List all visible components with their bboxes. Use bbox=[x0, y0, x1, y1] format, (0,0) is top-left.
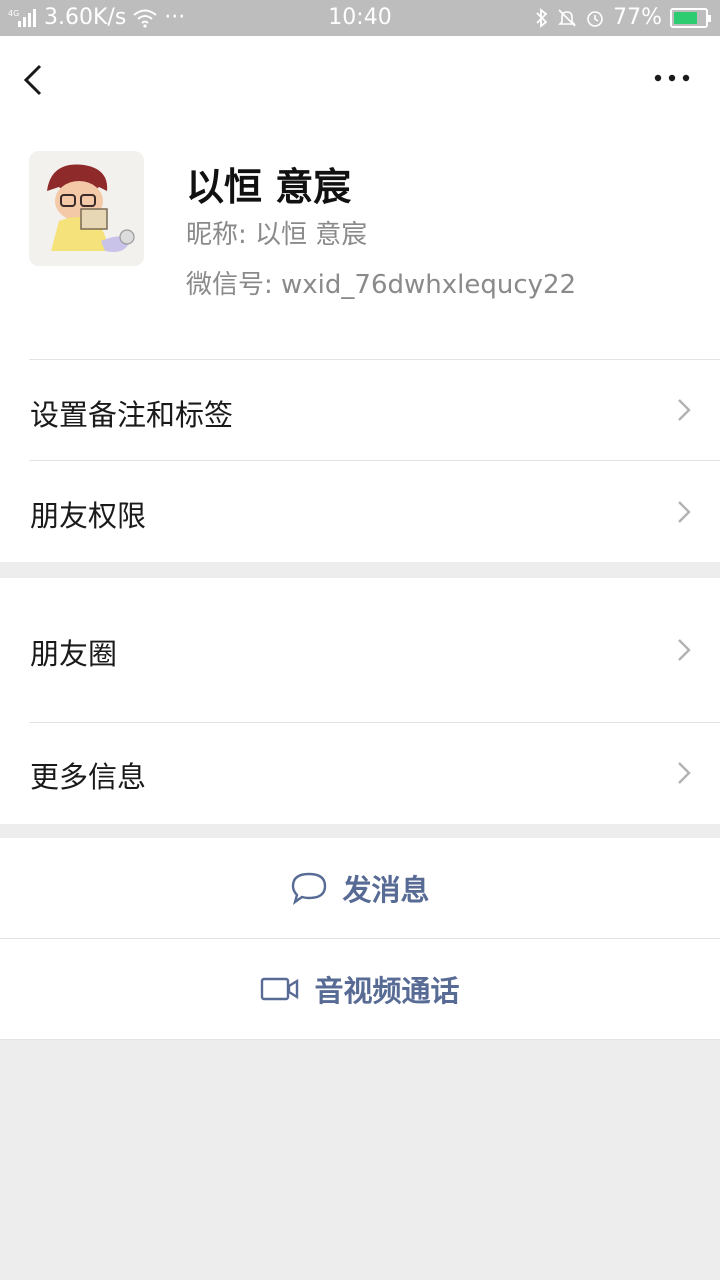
send-message-button[interactable]: 发消息 bbox=[0, 838, 720, 938]
status-bar: 4G 3.60K/s ··· 10:40 77% bbox=[0, 0, 720, 36]
profile-wechat-id: 微信号: wxid_76dwhxlequcy22 bbox=[186, 270, 577, 300]
mute-bell-icon bbox=[557, 8, 577, 28]
chevron-left-icon bbox=[23, 64, 42, 96]
chevron-right-icon bbox=[678, 501, 691, 523]
profile-name: 以恒 意宸 bbox=[186, 165, 352, 209]
video-call-button[interactable]: 音视频通话 bbox=[0, 939, 720, 1039]
alarm-icon bbox=[585, 8, 605, 28]
profile-section: 以恒 意宸 昵称: 以恒 意宸 微信号: wxid_76dwhxlequcy22… bbox=[0, 36, 720, 562]
avatar-cartoon-icon bbox=[29, 151, 144, 266]
status-right: 77% bbox=[535, 5, 711, 30]
menu-remark-tags-label: 设置备注和标签 bbox=[30, 398, 234, 432]
send-message-label: 发消息 bbox=[342, 873, 430, 907]
chat-bubble-icon bbox=[292, 872, 327, 905]
menu-more-info[interactable]: 更多信息 bbox=[0, 723, 720, 824]
chevron-right-icon bbox=[678, 762, 691, 784]
more-button[interactable] bbox=[652, 66, 692, 90]
menu-group-2: 朋友圈 更多信息 bbox=[0, 578, 720, 824]
menu-more-info-label: 更多信息 bbox=[30, 760, 147, 794]
more-dots-icon bbox=[654, 74, 690, 82]
back-button[interactable] bbox=[18, 62, 54, 98]
battery-fill bbox=[674, 11, 698, 24]
bluetooth-icon bbox=[535, 7, 549, 28]
chevron-right-icon bbox=[678, 639, 691, 661]
battery-percent: 77% bbox=[613, 5, 662, 30]
chevron-right-icon bbox=[678, 399, 691, 421]
menu-permissions-label: 朋友权限 bbox=[30, 499, 147, 533]
menu-remark-tags[interactable]: 设置备注和标签 bbox=[0, 360, 720, 460]
profile-nickname: 昵称: 以恒 意宸 bbox=[186, 220, 368, 250]
menu-permissions[interactable]: 朋友权限 bbox=[0, 461, 720, 562]
avatar[interactable] bbox=[29, 151, 144, 266]
menu-moments[interactable]: 朋友圈 bbox=[0, 578, 720, 722]
menu-moments-label: 朋友圈 bbox=[30, 637, 118, 671]
video-camera-icon bbox=[261, 977, 299, 1001]
battery-icon bbox=[670, 7, 711, 28]
video-call-label: 音视频通话 bbox=[314, 974, 460, 1008]
divider bbox=[0, 1039, 720, 1040]
